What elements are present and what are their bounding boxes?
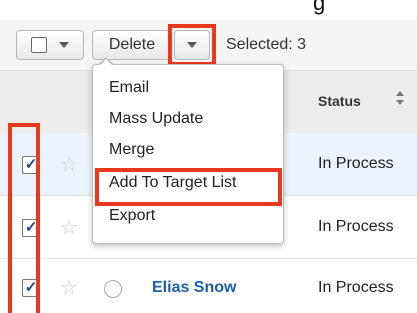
delete-button[interactable]: Delete [92, 30, 172, 60]
menu-item-export[interactable]: Export [109, 207, 155, 225]
status-cell: In Process [318, 279, 394, 296]
sort-icon[interactable] [395, 90, 405, 106]
chevron-down-icon [59, 42, 69, 48]
star-icon[interactable]: ☆ [60, 152, 78, 177]
star-icon[interactable]: ☆ [60, 275, 78, 300]
menu-item-merge[interactable]: Merge [109, 141, 154, 159]
menu-item-mass-update[interactable]: Mass Update [109, 110, 203, 128]
highlight-dropdown-box [168, 24, 216, 66]
menu-item-email[interactable]: Email [109, 79, 149, 97]
caption-fragment: g [313, 0, 326, 15]
highlight-checkboxes-box [8, 123, 40, 313]
select-all-checkbox-icon [31, 37, 47, 53]
selected-count: Selected: 3 [226, 36, 307, 53]
menu-pointer-inner [100, 59, 112, 65]
column-header-status[interactable]: Status [318, 93, 361, 109]
pencil-icon[interactable] [104, 280, 122, 298]
select-all-button[interactable] [16, 30, 84, 60]
status-cell: In Process [318, 155, 394, 172]
table-row[interactable]: ✓ ☆ Elias Snow In Process [0, 259, 417, 313]
star-icon[interactable]: ☆ [60, 215, 78, 240]
status-cell: In Process [318, 218, 394, 235]
record-name-link[interactable]: Elias Snow [152, 279, 236, 297]
actions-menu: Email Mass Update Merge Add To Target Li… [92, 64, 284, 244]
screenshot-page: g Delete Selected: 3 Status ✓ ☆ In Proce… [0, 0, 417, 313]
highlight-menu-item-box [95, 168, 282, 206]
